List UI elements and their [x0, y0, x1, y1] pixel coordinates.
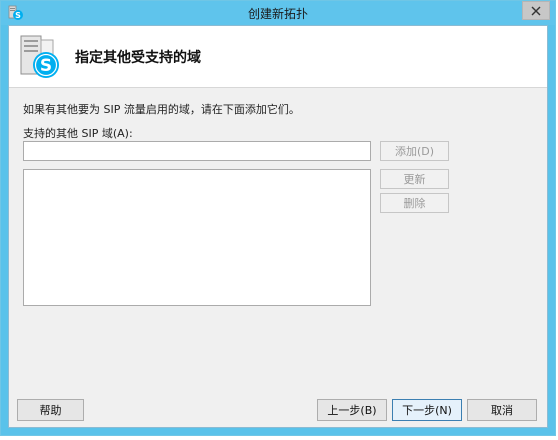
add-button[interactable]: 添加(D) — [380, 141, 449, 161]
title-bar[interactable]: S 创建新拓扑 — [1, 1, 555, 25]
help-button[interactable]: 帮助 — [17, 399, 84, 421]
cancel-button[interactable]: 取消 — [467, 399, 537, 421]
skype-server-icon: S — [19, 34, 63, 82]
delete-button[interactable]: 删除 — [380, 193, 449, 213]
wizard-client-area: S 指定其他受支持的域 如果有其他要为 SIP 流量启用的域，请在下面添加它们。… — [8, 25, 548, 428]
update-button[interactable]: 更新 — [380, 169, 449, 189]
close-icon — [531, 6, 541, 15]
window-title: 创建新拓扑 — [247, 7, 308, 21]
svg-text:S: S — [40, 56, 52, 76]
wizard-window: S 创建新拓扑 S 指定其他受支持的域 如果有其他要为 SIP 流量启用的域，请… — [0, 0, 556, 436]
page-title: 指定其他受支持的域 — [75, 50, 201, 66]
next-button[interactable]: 下一步(N) — [392, 399, 462, 421]
instruction-text: 如果有其他要为 SIP 流量启用的域，请在下面添加它们。 — [23, 103, 300, 116]
back-button[interactable]: 上一步(B) — [317, 399, 387, 421]
wizard-header: S 指定其他受支持的域 — [9, 26, 547, 88]
sip-domain-label: 支持的其他 SIP 域(A): — [23, 127, 133, 140]
sip-domain-input[interactable] — [23, 141, 371, 161]
sip-domain-list[interactable] — [23, 169, 371, 306]
close-button[interactable] — [522, 1, 550, 20]
